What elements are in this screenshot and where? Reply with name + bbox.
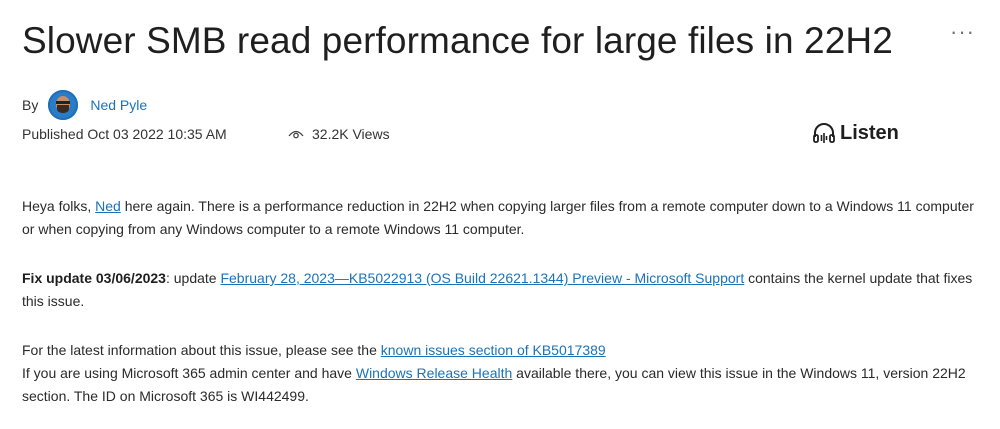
headphones-icon	[813, 123, 835, 143]
view-count: 32.2K Views	[288, 124, 390, 144]
listen-button[interactable]: Listen	[812, 118, 899, 148]
fix-update-label: Fix update 03/06/2023	[22, 270, 166, 286]
by-label: By	[22, 97, 39, 113]
article-body: Heya folks, Ned here again. There is a p…	[22, 195, 987, 408]
paragraph-release-health: If you are using Microsoft 365 admin cen…	[22, 365, 966, 404]
article-page: Slower SMB read performance for large fi…	[0, 0, 1000, 429]
byline: By Ned Pyle	[22, 89, 147, 121]
eye-icon	[288, 130, 304, 139]
listen-label: Listen	[840, 121, 899, 144]
more-options-icon[interactable]: ···	[950, 21, 975, 43]
kb5022913-link[interactable]: February 28, 2023—KB5022913 (OS Build 22…	[220, 270, 744, 286]
windows-release-health-link[interactable]: Windows Release Health	[356, 365, 512, 381]
author-link[interactable]: Ned Pyle	[90, 97, 147, 113]
published-date: Published Oct 03 2022 10:35 AM	[22, 126, 227, 142]
views-label: 32.2K Views	[312, 126, 390, 142]
author-avatar[interactable]	[48, 90, 79, 120]
article-title: Slower SMB read performance for large fi…	[22, 20, 893, 61]
paragraph-intro: Heya folks, Ned here again. There is a p…	[22, 198, 974, 237]
ned-link[interactable]: Ned	[95, 198, 121, 214]
paragraph-fix-update: Fix update 03/06/2023: update February 2…	[22, 270, 973, 309]
known-issues-link[interactable]: known issues section of KB5017389	[381, 342, 606, 358]
paragraph-latest-info: For the latest information about this is…	[22, 342, 606, 358]
